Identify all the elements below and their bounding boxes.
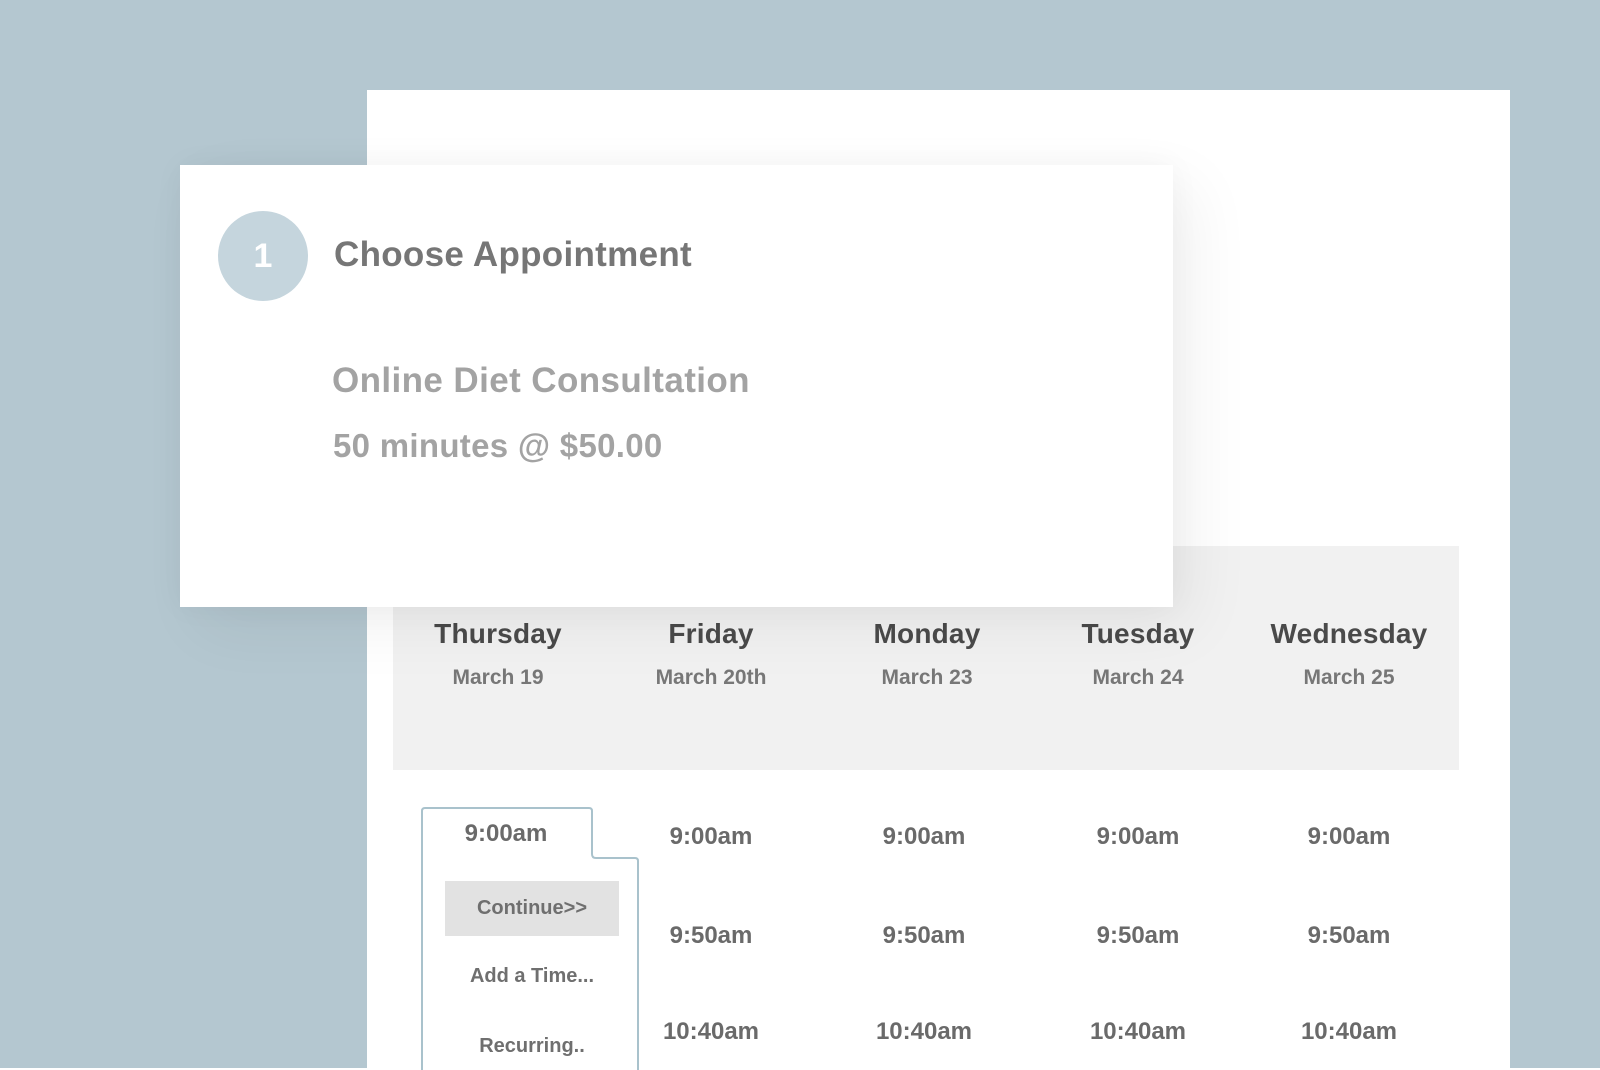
day-date: March 24	[1092, 666, 1184, 689]
day-date: March 25	[1303, 666, 1395, 689]
day-date: March 23	[881, 666, 973, 689]
selected-slot-time[interactable]: 9:00am	[421, 820, 591, 848]
step-title: Choose Appointment	[334, 235, 692, 274]
continue-button[interactable]: Continue>>	[445, 881, 619, 936]
time-slot-monday-3[interactable]: 10:40am	[824, 1018, 1024, 1046]
time-slot-wednesday-2[interactable]: 9:50am	[1249, 922, 1449, 950]
service-duration-price: 50 minutes @ $50.00	[333, 427, 663, 464]
day-header-monday: Monday March 23	[827, 618, 1027, 690]
recurring-link[interactable]: Recurring..	[441, 1035, 623, 1058]
day-name: Wednesday	[1270, 618, 1428, 649]
time-slot-monday-1[interactable]: 9:00am	[824, 823, 1024, 851]
day-header-friday: Friday March 20th	[611, 618, 811, 690]
time-slot-tuesday-2[interactable]: 9:50am	[1038, 922, 1238, 950]
time-slot-tuesday-1[interactable]: 9:00am	[1038, 823, 1238, 851]
time-slot-friday-3[interactable]: 10:40am	[611, 1018, 811, 1046]
service-name: Online Diet Consultation	[332, 361, 750, 400]
day-header-wednesday: Wednesday March 25	[1249, 618, 1449, 690]
day-name: Thursday	[434, 618, 562, 649]
day-date: March 20th	[655, 666, 767, 689]
time-slot-wednesday-3[interactable]: 10:40am	[1249, 1018, 1449, 1046]
appointment-card: 1 Choose Appointment Online Diet Consult…	[180, 165, 1173, 607]
day-header-thursday: Thursday March 19	[398, 618, 598, 690]
selected-time-slot[interactable]: 9:00am Continue>> Add a Time... Recurrin…	[421, 807, 639, 1070]
time-slot-wednesday-1[interactable]: 9:00am	[1249, 823, 1449, 851]
step-number-badge: 1	[218, 211, 308, 301]
add-time-link[interactable]: Add a Time...	[441, 965, 623, 988]
day-name: Monday	[873, 618, 981, 649]
day-name: Friday	[668, 618, 754, 649]
day-date: March 19	[452, 666, 544, 689]
time-slot-monday-2[interactable]: 9:50am	[824, 922, 1024, 950]
time-slot-tuesday-3[interactable]: 10:40am	[1038, 1018, 1238, 1046]
day-header-tuesday: Tuesday March 24	[1038, 618, 1238, 690]
time-slot-friday-2[interactable]: 9:50am	[611, 922, 811, 950]
time-slot-friday-1[interactable]: 9:00am	[611, 823, 811, 851]
day-name: Tuesday	[1081, 618, 1195, 649]
